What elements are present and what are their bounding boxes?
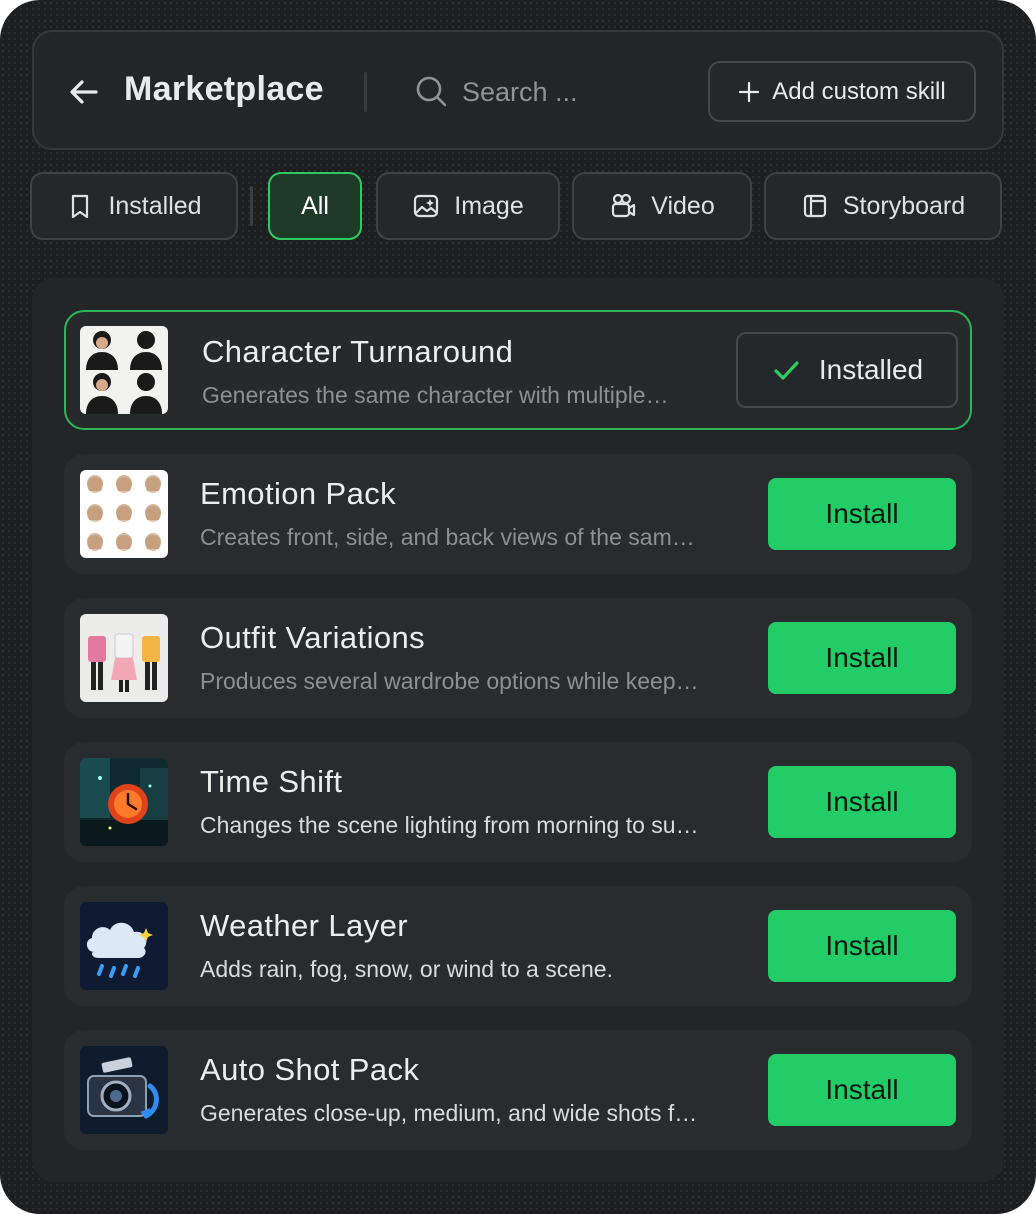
- skill-card-emotion-pack[interactable]: Emotion Pack Creates front, side, and ba…: [64, 454, 972, 574]
- tab-image[interactable]: Image: [376, 172, 560, 240]
- character-turnaround-thumbnail: [80, 326, 168, 414]
- search-input[interactable]: [462, 70, 702, 114]
- skill-title: Outfit Variations: [200, 620, 426, 655]
- checkmark-icon: [774, 361, 799, 380]
- install-button[interactable]: Install: [768, 910, 956, 982]
- skill-title: Time Shift: [200, 764, 343, 799]
- weather-layer-thumbnail: [80, 902, 168, 990]
- skill-description: Changes the scene lighting from morning …: [200, 812, 699, 838]
- auto-shot-pack-thumbnail: [80, 1046, 168, 1134]
- install-button[interactable]: Install: [768, 766, 956, 838]
- image-sparkle-icon: [414, 194, 439, 218]
- skill-card-character-turnaround[interactable]: Character Turnaround Generates the same …: [64, 310, 972, 430]
- video-camera-icon: [612, 193, 636, 218]
- tab-all[interactable]: All: [268, 172, 362, 240]
- marketplace-window: Marketplace Add custom skill Installed A…: [0, 0, 1036, 1214]
- skills-list: Character Turnaround Generates the same …: [32, 278, 1004, 1182]
- skill-title: Weather Layer: [200, 908, 408, 943]
- skill-title: Auto Shot Pack: [200, 1052, 420, 1087]
- emotion-pack-thumbnail: [80, 470, 168, 558]
- time-shift-thumbnail: [80, 758, 168, 846]
- header-bar: Marketplace Add custom skill: [32, 30, 1004, 150]
- skill-title: Character Turnaround: [202, 334, 514, 369]
- tab-storyboard-label: Storyboard: [842, 191, 966, 220]
- skill-description: Adds rain, fog, snow, or wind to a scene…: [200, 956, 613, 982]
- installed-button-label: Installed: [818, 354, 924, 385]
- tab-video-label: Video: [651, 191, 715, 220]
- bookmark-icon: [72, 194, 89, 219]
- tab-video[interactable]: Video: [572, 172, 752, 240]
- install-button[interactable]: Install: [768, 1054, 956, 1126]
- install-button[interactable]: Install: [768, 622, 956, 694]
- tab-all-label: All: [301, 191, 329, 220]
- tab-installed[interactable]: Installed: [30, 172, 238, 240]
- skill-description: Produces several wardrobe options while …: [200, 668, 699, 694]
- tab-image-label: Image: [454, 191, 524, 220]
- header-divider: [364, 72, 367, 112]
- skill-card-weather-layer[interactable]: Weather Layer Adds rain, fog, snow, or w…: [64, 886, 972, 1006]
- add-custom-skill-label: Add custom skill: [772, 77, 946, 105]
- tabs-divider: [250, 186, 253, 226]
- skill-card-outfit-variations[interactable]: Outfit Variations Produces several wardr…: [64, 598, 972, 718]
- arrow-left-icon[interactable]: [66, 74, 102, 110]
- add-custom-skill-button[interactable]: Add custom skill: [708, 61, 976, 122]
- install-button[interactable]: Install: [768, 478, 956, 550]
- page-title: Marketplace: [124, 70, 324, 108]
- plus-icon: [739, 81, 760, 102]
- skill-description: Generates close-up, medium, and wide sho…: [200, 1100, 698, 1126]
- skill-card-auto-shot-pack[interactable]: Auto Shot Pack Generates close-up, mediu…: [64, 1030, 972, 1150]
- skill-description: Creates front, side, and back views of t…: [200, 524, 695, 550]
- storyboard-icon: [803, 194, 826, 218]
- tab-installed-label: Installed: [108, 191, 202, 220]
- skill-card-time-shift[interactable]: Time Shift Changes the scene lighting fr…: [64, 742, 972, 862]
- skill-title: Emotion Pack: [200, 476, 397, 511]
- skill-description: Generates the same character with multip…: [202, 382, 669, 408]
- installed-button[interactable]: Installed: [736, 332, 958, 408]
- search-icon: [416, 76, 447, 107]
- tab-storyboard[interactable]: Storyboard: [764, 172, 1002, 240]
- outfit-variations-thumbnail: [80, 614, 168, 702]
